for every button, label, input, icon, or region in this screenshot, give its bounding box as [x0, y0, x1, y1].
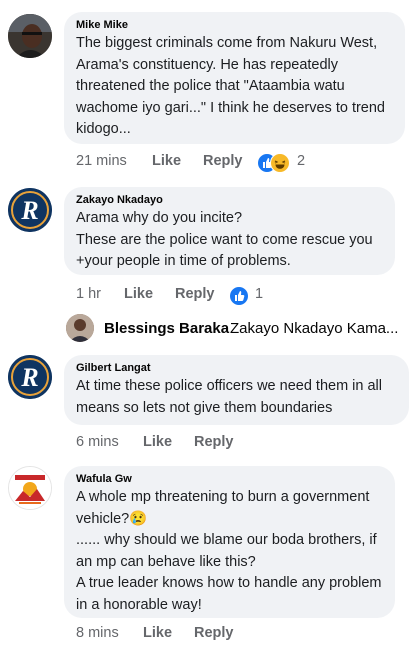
comment-author[interactable]: Wafula Gw — [76, 473, 383, 485]
comment-actions: 1 hr Like Reply 1 — [76, 286, 376, 306]
comment-timestamp[interactable]: 8 mins — [76, 625, 119, 641]
like-button[interactable]: Like — [143, 625, 172, 641]
comment-timestamp[interactable]: 21 mins — [76, 153, 127, 169]
reply-preview[interactable]: Blessings Baraka Zakayo Nkadayo Kama... — [66, 312, 411, 346]
svg-text:R: R — [20, 363, 38, 392]
comment-bubble: Wafula Gw A whole mp threatening to burn… — [64, 466, 395, 618]
comment-text-line: At time these police officers we need th… — [76, 378, 383, 394]
comment-text-line: A whole mp threatening to burn a governm… — [76, 489, 370, 505]
like-button[interactable]: Like — [143, 434, 172, 450]
comment-text-line: +your people in time of problems. — [76, 253, 291, 269]
comment-timestamp[interactable]: 6 mins — [76, 434, 119, 450]
like-button[interactable]: Like — [124, 286, 153, 302]
reply-button[interactable]: Reply — [194, 434, 234, 450]
comment-text-line: Arama why do you incite? — [76, 210, 243, 226]
comment-text-line: in a honorable way! — [76, 596, 202, 613]
comment-author[interactable]: Mike Mike — [76, 19, 393, 31]
reply-author[interactable]: Blessings Baraka — [104, 320, 229, 337]
comment-text-line: These are the police want to come rescue… — [76, 231, 373, 248]
comment-actions: 6 mins Like Reply — [76, 434, 276, 454]
reply-snippet: Zakayo Nkadayo Kama... — [230, 320, 399, 337]
reactions-summary[interactable]: 1 — [229, 286, 269, 306]
like-button[interactable]: Like — [152, 153, 181, 169]
reply-button[interactable]: Reply — [203, 153, 243, 169]
avatar[interactable]: R — [8, 355, 52, 399]
comment-text-line: The biggest criminals come from Nakuru W… — [76, 35, 378, 51]
comment-text-line: ...... why should we blame our boda brot… — [76, 532, 377, 548]
svg-text:R: R — [20, 196, 38, 225]
comment-text-line: A true leader knows how to handle any pr… — [76, 575, 382, 591]
comment-text-line: means so lets not give them boundaries — [76, 399, 333, 416]
comment-text-line: an mp can behave like this? — [76, 553, 256, 570]
comment-author[interactable]: Gilbert Langat — [76, 362, 397, 374]
comment-bubble: Mike Mike The biggest criminals come fro… — [64, 12, 405, 144]
comment-actions: 21 mins Like Reply 2 — [76, 153, 406, 173]
comment-text-line: vehicle?😢 — [76, 510, 148, 527]
avatar[interactable]: R — [8, 188, 52, 232]
reply-button[interactable]: Reply — [194, 625, 234, 641]
reply-button[interactable]: Reply — [175, 286, 215, 302]
avatar[interactable] — [8, 14, 52, 58]
comment-text-line: kidogo... — [76, 121, 131, 137]
reactions-summary[interactable]: 2 — [257, 153, 317, 173]
comment-text-line: Arama's constituency. He has repeatedly — [76, 56, 339, 73]
comment-text-line: wachome iyo gari..." I think he deserves… — [76, 99, 385, 116]
haha-icon — [270, 153, 290, 173]
comment-timestamp[interactable]: 1 hr — [76, 286, 101, 302]
reaction-count: 1 — [255, 286, 264, 302]
comment-bubble: Gilbert Langat At time these police offi… — [64, 355, 409, 425]
comment-actions: 8 mins Like Reply — [76, 625, 276, 645]
avatar — [66, 314, 94, 342]
like-icon — [229, 286, 249, 306]
comment-author[interactable]: Zakayo Nkadayo — [76, 194, 383, 206]
comment-text-line: threatened the police that "Ataambia wat… — [76, 78, 345, 94]
avatar[interactable] — [8, 466, 52, 510]
reaction-count: 2 — [297, 153, 306, 169]
comment-bubble: Zakayo Nkadayo Arama why do you incite? … — [64, 187, 395, 275]
